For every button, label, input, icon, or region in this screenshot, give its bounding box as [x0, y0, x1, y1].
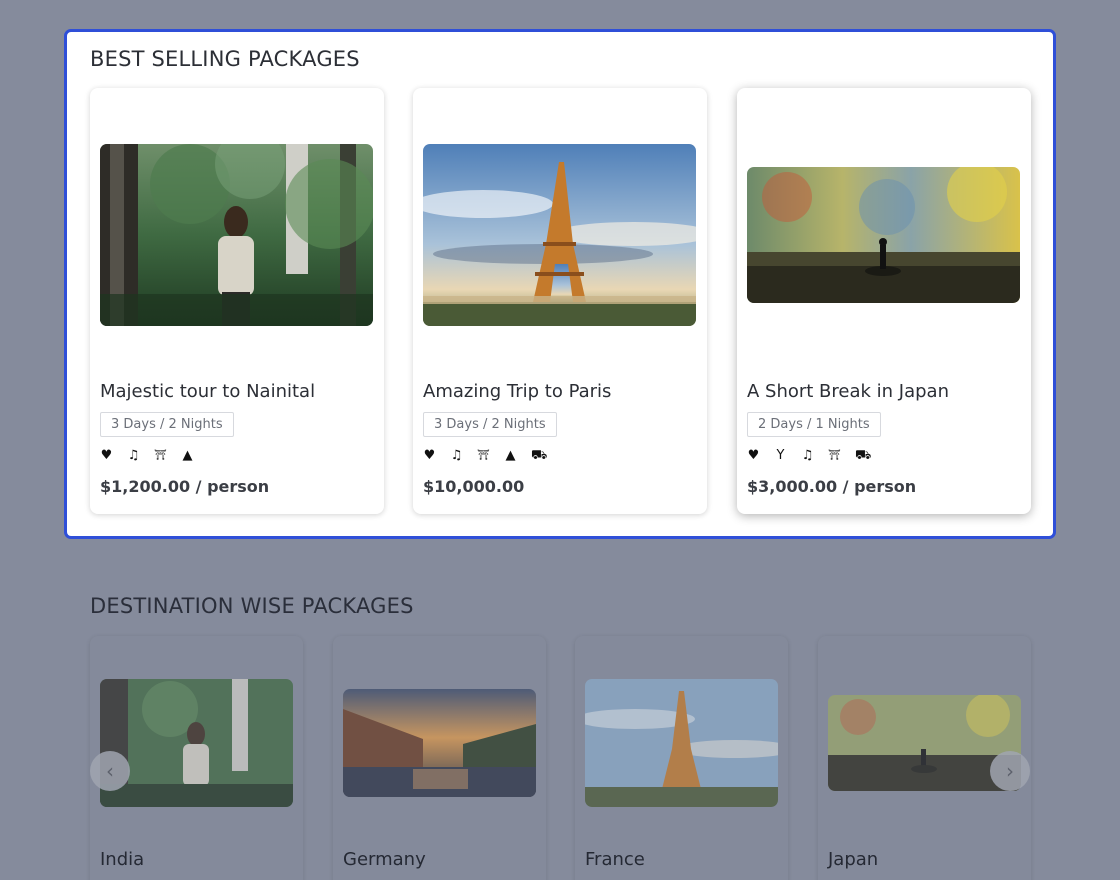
- best-selling-title: BEST SELLING PACKAGES: [90, 47, 360, 71]
- package-card-paris[interactable]: Amazing Trip to Paris 3 Days / 2 Nights …: [413, 88, 707, 514]
- package-price: $10,000.00: [423, 477, 525, 496]
- music-icon: ♫: [450, 448, 463, 463]
- package-price: $3,000.00 / person: [747, 477, 917, 496]
- destination-card-germany[interactable]: Germany: [333, 636, 546, 880]
- destination-name[interactable]: Japan: [828, 849, 878, 870]
- shopping-icon: ⛟: [855, 448, 872, 463]
- destination-card-france[interactable]: France: [575, 636, 788, 880]
- heart-icon: ♥: [747, 448, 760, 463]
- music-icon: ♫: [801, 448, 814, 463]
- tree-icon: ▲: [505, 448, 516, 463]
- package-duration-badge: 2 Days / 1 Nights: [747, 412, 881, 437]
- package-amenity-icons: ♥ ♫ ⛩ ▲: [100, 449, 194, 463]
- destination-name[interactable]: Germany: [343, 849, 426, 870]
- carousel-next-button[interactable]: ›: [990, 751, 1030, 791]
- destination-name[interactable]: India: [100, 849, 144, 870]
- heart-icon: ♥: [100, 448, 113, 463]
- destination-wise-title: DESTINATION WISE PACKAGES: [90, 594, 414, 618]
- destination-image-germany[interactable]: [343, 689, 536, 797]
- heart-icon: ♥: [423, 448, 436, 463]
- chevron-right-icon: ›: [1006, 759, 1014, 783]
- package-image-nainital[interactable]: [100, 144, 373, 326]
- sightseeing-icon: ⛩: [828, 450, 841, 461]
- sightseeing-icon: ⛩: [154, 450, 167, 461]
- chevron-left-icon: ‹: [106, 759, 114, 783]
- package-image-paris[interactable]: [423, 144, 696, 326]
- sightseeing-icon: ⛩: [477, 450, 490, 461]
- destination-name[interactable]: France: [585, 849, 645, 870]
- destination-image-india[interactable]: [100, 679, 293, 807]
- cocktail-icon: Y: [776, 448, 785, 463]
- best-selling-panel: BEST SELLING PACKAGES Majestic tour to N…: [64, 29, 1056, 539]
- destination-image-france[interactable]: [585, 679, 778, 807]
- package-title[interactable]: A Short Break in Japan: [747, 381, 949, 402]
- package-title[interactable]: Amazing Trip to Paris: [423, 381, 611, 402]
- package-image-japan[interactable]: [747, 167, 1020, 303]
- carousel-prev-button[interactable]: ‹: [90, 751, 130, 791]
- package-price: $1,200.00 / person: [100, 477, 270, 496]
- package-amenity-icons: ♥ ♫ ⛩ ▲ ⛟: [423, 448, 548, 463]
- package-card-nainital[interactable]: Majestic tour to Nainital 3 Days / 2 Nig…: [90, 88, 384, 514]
- package-duration-badge: 3 Days / 2 Nights: [423, 412, 557, 437]
- package-title[interactable]: Majestic tour to Nainital: [100, 381, 315, 402]
- package-amenity-icons: ♥ Y ♫ ⛩ ⛟: [747, 448, 872, 463]
- tree-icon: ▲: [182, 448, 193, 463]
- shopping-icon: ⛟: [531, 448, 548, 463]
- package-duration-badge: 3 Days / 2 Nights: [100, 412, 234, 437]
- music-icon: ♫: [127, 448, 140, 463]
- package-card-japan[interactable]: A Short Break in Japan 2 Days / 1 Nights…: [737, 88, 1031, 514]
